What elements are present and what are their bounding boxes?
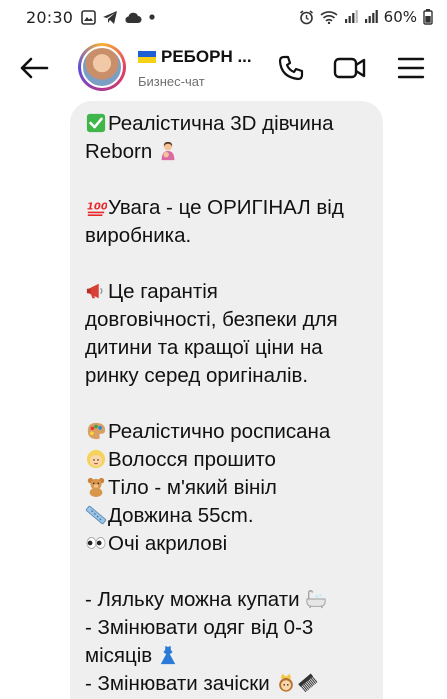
wifi-icon — [320, 10, 338, 24]
signal-icon — [344, 10, 358, 24]
artist-palette-icon — [87, 422, 106, 440]
message-line: 100 Увага - це ОРИГІНАЛ від — [86, 196, 344, 219]
status-bar-left: 20:30 — [26, 8, 156, 27]
back-button[interactable] — [14, 48, 54, 88]
eyes-icon — [86, 537, 106, 549]
ruler-icon — [85, 505, 107, 525]
signal-icon — [364, 10, 378, 24]
blonde-person-icon — [86, 449, 106, 469]
svg-text:100: 100 — [87, 202, 107, 213]
message-line: довговічності, безпеки для — [85, 308, 338, 331]
message-line: місяців — [85, 642, 369, 670]
avatar[interactable] — [78, 43, 126, 91]
message-line: Це гарантія — [85, 278, 369, 306]
menu-button[interactable] — [393, 50, 429, 86]
message-line: дитини та кращої ціни на — [85, 336, 323, 359]
megaphone-icon — [86, 283, 103, 299]
check-mark-icon — [86, 113, 106, 133]
message-line: Очі акрилові — [85, 530, 369, 558]
message-line: Тіло - м'який вініл — [85, 474, 369, 502]
dress-icon — [160, 645, 176, 665]
phone-icon — [278, 55, 304, 81]
status-time: 20:30 — [26, 7, 74, 27]
ukraine-flag-icon — [138, 51, 156, 63]
alarm-icon — [299, 9, 314, 25]
message-line: - Змінювати зачіски — [85, 670, 369, 698]
message-line: Реалістично росписана — [85, 418, 369, 446]
woman-feeding-baby-icon — [161, 141, 175, 161]
video-call-icon — [333, 57, 366, 79]
chat-title-text: РЕБОРН ... — [161, 47, 252, 66]
status-bar-right: 60% — [299, 8, 433, 26]
comb-icon — [297, 673, 318, 693]
message-line: Реалістична 3D дівчина — [85, 110, 369, 138]
dot-icon — [148, 13, 156, 21]
message-line: Reborn — [85, 138, 369, 166]
message-line: Волосся прошито — [85, 446, 369, 474]
video-call-button[interactable] — [332, 50, 368, 86]
status-bar: 20:30 60% — [0, 0, 447, 34]
back-arrow-icon — [20, 57, 49, 79]
message-line: Довжина 55cm. — [85, 502, 369, 530]
message-bubble[interactable]: Реалістична 3D дівчина Reborn 100 Увага -… — [70, 101, 383, 699]
chat-title[interactable]: РЕБОРН ... — [138, 47, 258, 67]
hundred-points-icon: 100 — [87, 202, 107, 216]
call-button[interactable] — [273, 50, 309, 86]
cloud-icon — [124, 11, 142, 24]
image-icon — [81, 9, 96, 25]
message-line: виробника. — [85, 224, 192, 247]
avatar-image — [81, 46, 123, 88]
teddy-bear-icon — [87, 477, 105, 497]
telegram-icon — [102, 10, 118, 25]
message-line: ринку серед оригіналів. — [85, 364, 309, 387]
message-line: - Змінювати одяг від 0-3 — [85, 616, 314, 639]
chat-subtitle: Бизнес-чат — [138, 74, 205, 89]
battery-percent: 60% — [383, 8, 417, 26]
princess-icon — [278, 673, 293, 692]
chat-header: РЕБОРН ... Бизнес-чат — [0, 34, 447, 100]
battery-icon — [423, 9, 433, 25]
bathtub-icon — [306, 590, 326, 609]
message-line: - Ляльку можна купати — [85, 586, 369, 614]
menu-icon — [397, 57, 425, 79]
